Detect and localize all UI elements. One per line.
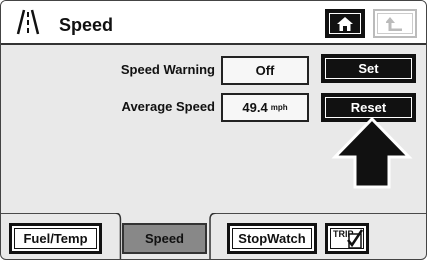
home-icon (337, 16, 353, 31)
title-bar: Speed (1, 1, 426, 45)
home-button[interactable] (325, 9, 365, 38)
pointer-arrow-icon (331, 117, 413, 189)
tab-trip[interactable]: TRIP (325, 223, 369, 254)
average-speed-value: 49.4 mph (221, 93, 309, 122)
tab-stopwatch[interactable]: StopWatch (227, 223, 317, 254)
road-icon (16, 9, 40, 35)
speed-warning-value: Off (221, 56, 309, 85)
back-arrow-icon (386, 16, 402, 31)
page-title: Speed (59, 15, 114, 35)
tab-speed[interactable]: Speed (122, 223, 207, 254)
speed-unit: mph (270, 103, 288, 112)
average-speed-label: Average Speed (121, 99, 215, 114)
speed-screen: Speed Speed Warning Off Set Average Spee… (0, 0, 427, 260)
trip-checklist-icon: TRIP (333, 229, 363, 249)
set-button[interactable]: Set (321, 54, 416, 83)
speed-warning-label: Speed Warning (120, 62, 215, 77)
back-button[interactable] (373, 9, 417, 38)
tab-fuel-temp[interactable]: Fuel/Temp (9, 223, 102, 254)
